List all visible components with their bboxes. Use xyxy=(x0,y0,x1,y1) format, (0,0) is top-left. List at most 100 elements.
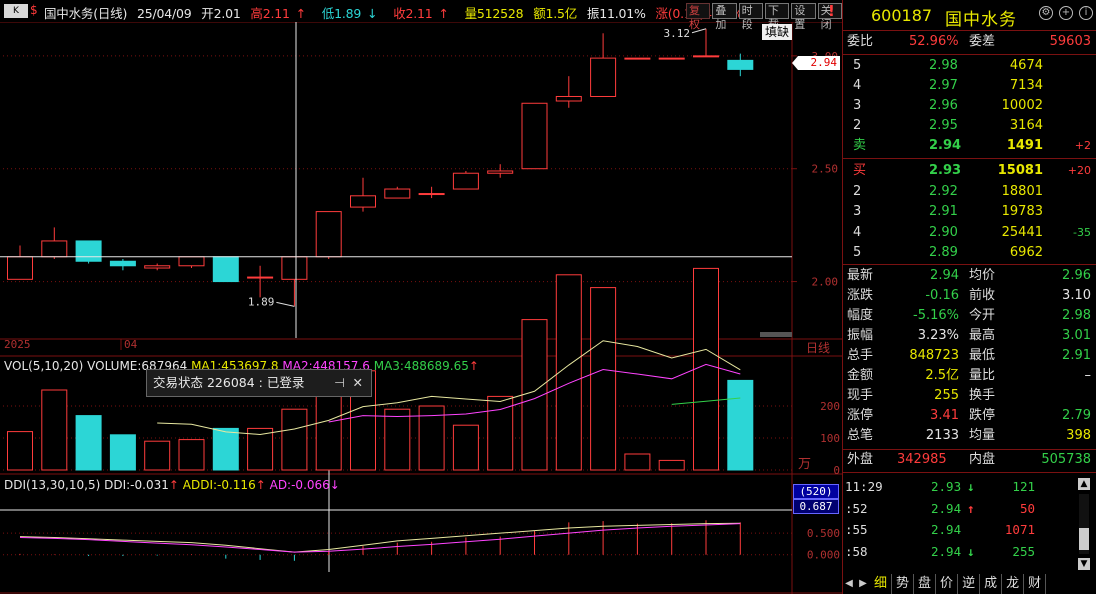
tab-dragon[interactable]: 龙 xyxy=(1002,574,1025,594)
candle-body xyxy=(212,256,239,283)
tick-row[interactable]: 11:29 2.93 ↓ 121 xyxy=(843,476,1083,497)
tick-time: :58 xyxy=(845,543,868,559)
candle-body xyxy=(315,211,342,258)
stat-value: 2133 xyxy=(925,428,959,443)
download-button[interactable]: 下载 xyxy=(764,3,790,31)
candle-body xyxy=(555,95,582,102)
volume-bar xyxy=(178,439,205,471)
app-logo[interactable]: K xyxy=(4,4,28,18)
ratio-label: 委比 xyxy=(847,34,874,49)
ask-delta: +2 xyxy=(1074,139,1091,152)
tab-detail[interactable]: 细 xyxy=(870,574,893,594)
stat-row: 总手 848723 最低 2.91 xyxy=(843,346,1096,366)
stat-label: 最低 xyxy=(969,348,996,363)
tick-row[interactable]: :52 2.94 ↑ 50 xyxy=(843,498,1083,519)
info-icon[interactable]: i xyxy=(1079,6,1093,20)
volume-bar xyxy=(144,440,171,471)
stat-value: 848723 xyxy=(909,348,959,363)
ask-row[interactable]: 3 2.96 10002 xyxy=(843,96,1096,116)
ddi-indicator-name[interactable]: DDI(13,30,10,5) xyxy=(4,478,100,492)
tab-reverse[interactable]: 逆 xyxy=(958,574,981,594)
tick-volume: 255 xyxy=(1012,543,1035,559)
scroll-thumb[interactable] xyxy=(1079,528,1089,550)
warning-icon[interactable]: ! xyxy=(828,2,835,20)
bid-price: 2.91 xyxy=(929,204,958,219)
chart-canvas[interactable]: 3.002.502.001.893.12202504日线2001000万0.50… xyxy=(0,0,842,594)
stat-label: 跌停 xyxy=(969,408,996,423)
ask-row[interactable]: 卖 2.94 1491 +2 xyxy=(843,136,1096,156)
bid-volume: 15081 xyxy=(997,163,1043,178)
ask-level: 卖 xyxy=(853,138,867,153)
ddi-value: DDI:-0.031 xyxy=(104,478,169,492)
scroll-down-icon[interactable]: ▼ xyxy=(1078,558,1090,570)
fill-gap-badge[interactable]: 填缺 xyxy=(762,24,793,40)
scroll-up-icon[interactable]: ▲ xyxy=(1078,478,1090,490)
adjust-button[interactable]: 复权 xyxy=(686,3,711,31)
ddi-value-badge: (520) 0.687 xyxy=(793,484,839,514)
ask-row[interactable]: 5 2.98 4674 xyxy=(843,56,1096,76)
bid-level: 买 xyxy=(853,163,867,178)
order-ratio-row: 委比 52.96% 委差 59603 xyxy=(843,32,1096,52)
stat-label: 换手 xyxy=(969,388,996,403)
ask-row[interactable]: 4 2.97 7134 xyxy=(843,76,1096,96)
volume-bar xyxy=(109,434,136,471)
candle-body xyxy=(384,188,411,199)
add-icon[interactable]: + xyxy=(1059,6,1073,20)
kline-chart-area[interactable]: 3.002.502.001.893.12202504日线2001000万0.50… xyxy=(0,0,842,594)
volume-bar xyxy=(487,395,514,471)
ask-price: 2.96 xyxy=(929,98,958,113)
tab-finance[interactable]: 财 xyxy=(1024,574,1047,594)
ad-line xyxy=(19,523,741,553)
pin-icon[interactable]: ⊣ xyxy=(334,370,345,396)
stat-value: 3.10 xyxy=(1062,288,1091,303)
candle-body xyxy=(109,260,136,267)
bid-row[interactable]: 4 2.90 25441 -35 xyxy=(843,223,1096,243)
candle-body xyxy=(41,240,68,258)
volume-bar xyxy=(315,395,342,471)
settings-gear-icon[interactable]: ⚙ xyxy=(1039,6,1053,20)
period-button[interactable]: 时段 xyxy=(738,3,763,31)
ask-row[interactable]: 2 2.95 3164 xyxy=(843,116,1096,136)
tick-price: 2.93 xyxy=(931,479,962,494)
bid-price: 2.89 xyxy=(929,245,958,260)
tick-scrollbar[interactable]: ▲ ▼ xyxy=(1076,478,1092,570)
stat-value: 3.41 xyxy=(930,408,959,423)
tab-trend[interactable]: 势 xyxy=(892,574,915,594)
volume-bar xyxy=(281,408,308,471)
tab-book[interactable]: 盘 xyxy=(914,574,937,594)
stat-label: 最高 xyxy=(969,328,996,343)
volume-bar xyxy=(590,287,617,471)
candle-body xyxy=(624,57,651,60)
candle-body xyxy=(350,195,376,208)
tab-deals[interactable]: 成 xyxy=(980,574,1003,594)
bid-row[interactable]: 3 2.91 19783 xyxy=(843,202,1096,222)
stat-label: 均价 xyxy=(969,268,996,283)
outer-value: 342985 xyxy=(897,452,947,467)
tick-row[interactable]: :58 2.94 ↓ 255 xyxy=(843,541,1083,562)
tick-price: 2.94 xyxy=(931,522,962,537)
ask-level: 2 xyxy=(853,118,862,133)
stat-label: 涨跌 xyxy=(847,288,874,303)
close-icon[interactable]: ✕ xyxy=(353,370,363,396)
close-arrow-icon: ↑ xyxy=(438,6,449,21)
flag-icon: $ xyxy=(30,3,38,17)
bid-row[interactable]: 买 2.93 15081 +20 xyxy=(843,161,1096,181)
tick-row[interactable]: :55 2.94 1071 xyxy=(843,519,1083,540)
volume-bar xyxy=(624,453,651,471)
settings-button[interactable]: 设置 xyxy=(791,3,816,31)
bid-row[interactable]: 2 2.92 18801 xyxy=(843,182,1096,202)
overlay-button[interactable]: 叠加 xyxy=(712,3,737,31)
quote-title: 600187 国中水务 ⚙ + i xyxy=(843,0,1096,30)
ddi-tick-label: 0.000 xyxy=(807,549,840,562)
candle-body xyxy=(727,59,754,70)
tab-price[interactable]: 价 xyxy=(936,574,959,594)
tab-prev-icon[interactable]: ◀ xyxy=(842,574,856,594)
vol-indicator-name[interactable]: VOL(5,10,20) xyxy=(4,359,83,373)
stat-row: 振幅 3.23% 最高 3.01 xyxy=(843,326,1096,346)
bid-row[interactable]: 5 2.89 6962 xyxy=(843,243,1096,263)
tab-next-icon[interactable]: ▶ xyxy=(856,574,870,594)
low-marker-line xyxy=(276,301,295,307)
bid-volume: 18801 xyxy=(1001,183,1043,199)
bid-price: 2.93 xyxy=(929,163,962,178)
bar-date: 25/04/09 xyxy=(136,6,192,21)
